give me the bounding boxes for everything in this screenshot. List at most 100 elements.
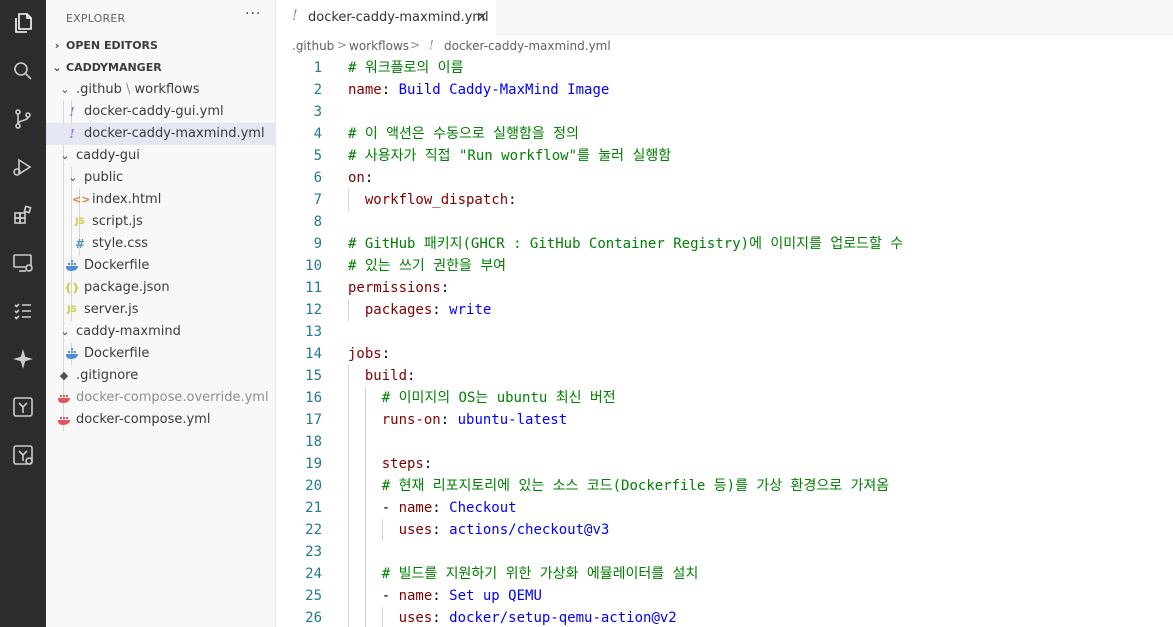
code-token: actions/checkout@v3	[449, 522, 610, 538]
workspace-label: CADDYMANGER	[66, 61, 162, 74]
tree-file-dockerfile[interactable]: Dockerfile	[46, 343, 276, 365]
code-token: # 있는 쓰기 권한을 부여	[348, 258, 507, 274]
tree-file-compose-override[interactable]: docker-compose.override.yml	[46, 387, 276, 409]
close-icon[interactable]: ×	[476, 9, 488, 25]
run-debug-icon[interactable]	[0, 147, 46, 187]
code-line[interactable]: 19 steps:	[276, 453, 1173, 475]
breadcrumb: .github > workflows > ! docker-caddy-max…	[276, 35, 1173, 57]
code-line[interactable]: 18	[276, 431, 1173, 453]
chevron-right-icon: >	[337, 38, 348, 52]
line-number: 5	[313, 148, 322, 164]
code-token: docker/setup-qemu-action@v2	[449, 610, 677, 626]
tree-file-compose[interactable]: docker-compose.yml	[46, 409, 276, 431]
source-control-icon[interactable]	[0, 99, 46, 139]
file-label: Dockerfile	[84, 258, 150, 273]
line-content: name: Build Caddy-MaxMind Image	[348, 79, 609, 101]
tab-label: docker-caddy-maxmind.yml	[308, 10, 489, 25]
tree-file-script-js[interactable]: JS script.js	[46, 211, 276, 233]
breadcrumb-item[interactable]: workflows	[349, 39, 409, 53]
code-line[interactable]: 10 # 있는 쓰기 권한을 부여	[276, 255, 1173, 277]
code-line[interactable]: 5 # 사용자가 직접 "Run workflow"를 눌러 실행함	[276, 145, 1173, 167]
line-number: 4	[313, 126, 322, 142]
code-line[interactable]: 15 build:	[276, 365, 1173, 387]
gitlens-icon[interactable]	[0, 387, 46, 427]
search-icon[interactable]	[0, 51, 46, 91]
docker-file-icon	[64, 255, 80, 279]
line-number: 13	[305, 324, 322, 340]
code-line[interactable]: 7 workflow_dispatch:	[276, 189, 1173, 211]
line-number: 15	[305, 368, 322, 384]
tab-docker-caddy-maxmind-yml[interactable]: ! docker-caddy-maxmind.yml ×	[276, 0, 496, 35]
file-label: index.html	[92, 192, 162, 207]
code-token: :	[508, 192, 517, 208]
file-label: docker-caddy-maxmind.yml	[84, 126, 265, 141]
code-line[interactable]: 9 # GitHub 패키지(GHCR : GitHub Container Re…	[276, 233, 1173, 255]
code-token: name	[398, 500, 433, 516]
remote-explorer-icon[interactable]	[0, 243, 46, 283]
tree-file-dockerfile[interactable]: Dockerfile	[46, 255, 276, 277]
code-token: # 현재 리포지토리에 있는 소스 코드(Dockerfile 등)를 가상 환…	[381, 478, 890, 494]
tree-file-index-html[interactable]: <> index.html	[46, 189, 276, 211]
tree-folder-github[interactable]: ⌄ .github \ workflows	[46, 79, 276, 101]
compose-file-icon	[56, 409, 72, 433]
code-line[interactable]: 12 packages: write	[276, 299, 1173, 321]
file-label: script.js	[92, 214, 143, 229]
code-token: # 빌드를 지원하기 위한 가상화 에뮬레이터를 설치	[381, 566, 699, 582]
tree-file-package-json[interactable]: {} package.json	[46, 277, 276, 299]
tree-file-docker-caddy-maxmind-yml[interactable]: ! docker-caddy-maxmind.yml	[46, 123, 276, 145]
more-actions-icon[interactable]: ···	[245, 6, 261, 22]
code-line[interactable]: 22 uses: actions/checkout@v3	[276, 519, 1173, 541]
code-line[interactable]: 6 on:	[276, 167, 1173, 189]
tree-folder-caddy-gui[interactable]: ⌄ caddy-gui	[46, 145, 276, 167]
line-content: # 있는 쓰기 권한을 부여	[348, 255, 506, 277]
line-number: 11	[305, 280, 322, 296]
tree-file-server-js[interactable]: JS server.js	[46, 299, 276, 321]
testing-icon[interactable]	[0, 291, 46, 331]
line-number: 21	[305, 500, 322, 516]
code-line[interactable]: 21 - name: Checkout	[276, 497, 1173, 519]
breadcrumb-item[interactable]: .github	[292, 39, 334, 53]
subfolder-label: workflows	[134, 82, 200, 97]
json-file-icon: {}	[64, 281, 80, 294]
line-number: 2	[313, 82, 322, 98]
breadcrumb-item[interactable]: docker-caddy-maxmind.yml	[444, 39, 611, 53]
code-line[interactable]: 24 # 빌드를 지원하기 위한 가상화 에뮬레이터를 설치	[276, 563, 1173, 585]
code-line[interactable]: 11 permissions:	[276, 277, 1173, 299]
code-line[interactable]: 3	[276, 101, 1173, 123]
code-token: :	[381, 82, 399, 98]
tree-folder-caddy-maxmind[interactable]: ⌄ caddy-maxmind	[46, 321, 276, 343]
tree-file-docker-caddy-gui-yml[interactable]: ! docker-caddy-gui.yml	[46, 101, 276, 123]
code-token: workflow_dispatch	[364, 192, 509, 208]
code-line[interactable]: 14 jobs:	[276, 343, 1173, 365]
tree-folder-public[interactable]: ⌄ public	[46, 167, 276, 189]
code-token: build	[364, 368, 408, 384]
code-line[interactable]: 4 # 이 액션은 수동으로 실행함을 정의	[276, 123, 1173, 145]
code-line[interactable]: 16 # 이미지의 OS는 ubuntu 최신 버전	[276, 387, 1173, 409]
code-line[interactable]: 8	[276, 211, 1173, 233]
tree-file-gitignore[interactable]: ◆ .gitignore	[46, 365, 276, 387]
workspace-section[interactable]: ⌄ CADDYMANGER	[46, 57, 276, 79]
open-editors-section[interactable]: › OPEN EDITORS	[46, 35, 276, 57]
docker-file-icon	[64, 343, 80, 367]
file-label: docker-compose.yml	[76, 412, 211, 427]
files-icon[interactable]	[0, 3, 46, 43]
code-line[interactable]: 17 runs-on: ubuntu-latest	[276, 409, 1173, 431]
line-content: steps:	[348, 453, 433, 475]
extensions-icon[interactable]	[0, 195, 46, 235]
copilot-icon[interactable]	[0, 339, 46, 379]
code-line[interactable]: 25 - name: Set up QEMU	[276, 585, 1173, 607]
file-label: package.json	[84, 280, 170, 295]
code-line[interactable]: 26 uses: docker/setup-qemu-action@v2	[276, 607, 1173, 627]
code-line[interactable]: 13	[276, 321, 1173, 343]
code-editor[interactable]: 1 # 워크플로의 이름 2 name: Build Caddy-MaxMind Im…	[276, 57, 1173, 627]
gitlens-inspect-icon[interactable]	[0, 435, 46, 475]
tree-file-style-css[interactable]: # style.css	[46, 233, 276, 255]
code-line[interactable]: 1 # 워크플로의 이름	[276, 57, 1173, 79]
code-line[interactable]: 23	[276, 541, 1173, 563]
code-line[interactable]: 2 name: Build Caddy-MaxMind Image	[276, 79, 1173, 101]
code-token: :	[423, 456, 433, 472]
code-line[interactable]: 20 # 현재 리포지토리에 있는 소스 코드(Dockerfile 등)를 가…	[276, 475, 1173, 497]
